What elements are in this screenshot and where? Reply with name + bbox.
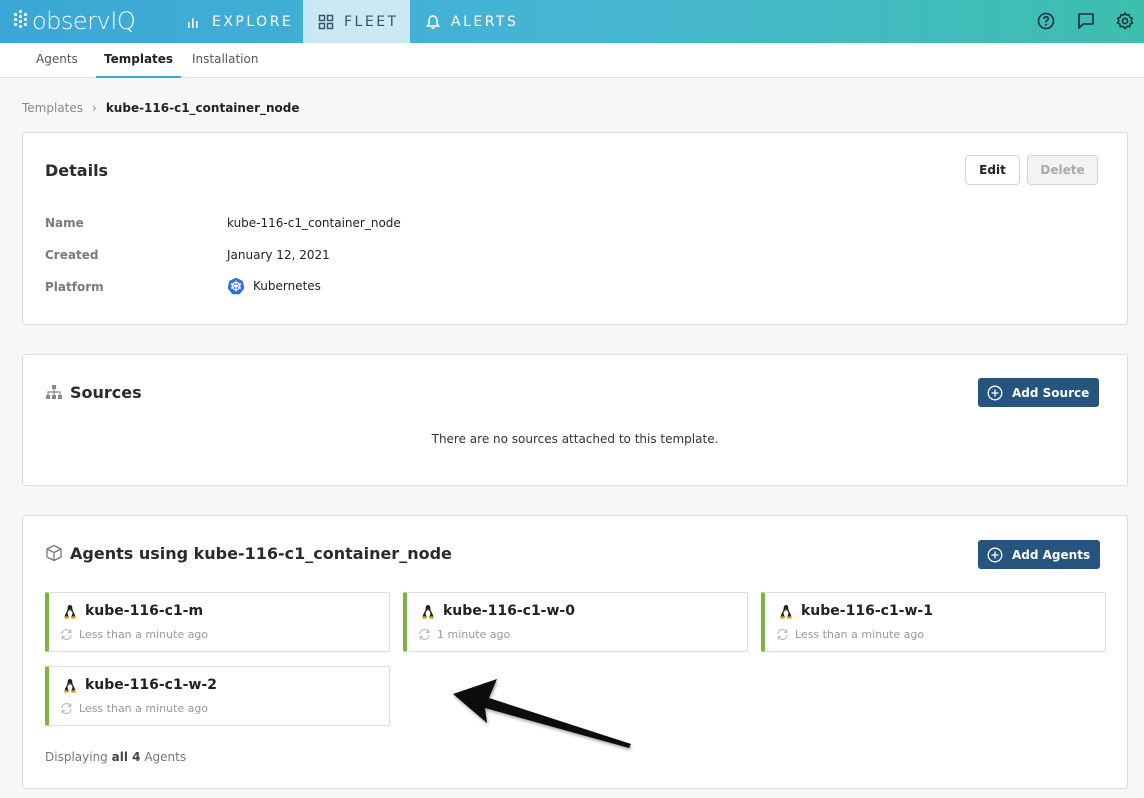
- edit-button[interactable]: Edit: [965, 155, 1020, 185]
- kubernetes-icon: [227, 277, 245, 295]
- details-title: Details: [45, 161, 109, 180]
- sub-nav-bar: Agents Templates Installation: [0, 43, 1144, 78]
- details-card: Details Edit Delete Name kube-116-c1_con…: [22, 132, 1128, 325]
- name-label: Name: [45, 216, 84, 230]
- breadcrumb-separator: ›: [92, 101, 97, 115]
- bell-icon: [426, 14, 440, 29]
- linux-icon: [64, 605, 76, 619]
- nav-fleet[interactable]: FLEET: [303, 0, 410, 43]
- footer-suffix: Agents: [144, 750, 187, 764]
- breadcrumb-templates-link[interactable]: Templates: [22, 101, 83, 115]
- agent-name[interactable]: kube-116-c1-w-1: [801, 603, 933, 619]
- agent-last-seen: Less than a minute ago: [795, 628, 925, 641]
- agent-card[interactable]: kube-116-c1-m Less than a minute ago: [45, 592, 390, 652]
- nav-alerts-label: ALERTS: [451, 13, 519, 30]
- help-icon[interactable]: [1036, 11, 1056, 31]
- nav-fleet-label: FLEET: [344, 13, 399, 30]
- platform-label: Platform: [45, 280, 104, 294]
- agent-last-seen: Less than a minute ago: [79, 628, 209, 641]
- sources-card: Sources Add Source There are no sources …: [22, 354, 1128, 486]
- feedback-icon[interactable]: [1076, 11, 1096, 31]
- tab-installation[interactable]: Installation: [192, 43, 258, 78]
- grid-icon: [318, 14, 334, 29]
- cube-icon: [46, 544, 62, 562]
- agent-card[interactable]: kube-116-c1-w-0 1 minute ago: [403, 592, 748, 652]
- footer-count: all 4: [111, 750, 141, 764]
- breadcrumb-current: kube-116-c1_container_node: [105, 101, 300, 115]
- sync-icon: [777, 628, 788, 641]
- created-label: Created: [45, 248, 99, 262]
- agents-count-footer: Displaying all 4 Agents: [45, 750, 186, 764]
- observiq-logo[interactable]: observIQ: [12, 7, 136, 35]
- tab-templates[interactable]: Templates: [96, 43, 182, 78]
- agents-title: Agents using kube-116-c1_container_node: [70, 544, 452, 563]
- logo-text: observIQ: [32, 7, 136, 35]
- add-source-button[interactable]: Add Source: [978, 378, 1100, 407]
- agent-name[interactable]: kube-116-c1-w-2: [85, 677, 217, 693]
- plus-circle-icon: [987, 547, 1003, 562]
- linux-icon: [64, 679, 76, 693]
- created-value: January 12, 2021: [227, 248, 330, 262]
- nav-explore[interactable]: EXPLORE: [186, 0, 293, 43]
- annotation-arrow-icon: [453, 679, 631, 748]
- delete-button[interactable]: Delete: [1027, 155, 1098, 185]
- breadcrumb: Templates › kube-116-c1_container_node: [22, 101, 300, 115]
- add-agents-label: Add Agents: [1012, 547, 1091, 562]
- agent-card[interactable]: kube-116-c1-w-2 Less than a minute ago: [45, 666, 390, 726]
- plus-circle-icon: [987, 385, 1003, 400]
- platform-value: Kubernetes: [227, 277, 321, 295]
- logo-mark-icon: [12, 9, 30, 33]
- name-value: kube-116-c1_container_node: [227, 216, 401, 230]
- gear-icon[interactable]: [1115, 11, 1135, 31]
- sources-empty-message: There are no sources attached to this te…: [431, 432, 719, 446]
- nav-alerts[interactable]: ALERTS: [425, 0, 518, 43]
- top-nav-bar: observIQ EXPLORE FLEET ALERTS: [0, 0, 1144, 43]
- nav-explore-label: EXPLORE: [212, 13, 294, 30]
- sources-title: Sources: [70, 383, 142, 402]
- bar-chart-icon: [188, 17, 198, 28]
- agent-card[interactable]: kube-116-c1-w-1 Less than a minute ago: [761, 592, 1106, 652]
- agent-name[interactable]: kube-116-c1-m: [85, 603, 203, 619]
- tab-agents[interactable]: Agents: [36, 43, 78, 78]
- add-source-label: Add Source: [1012, 385, 1090, 400]
- agent-name[interactable]: kube-116-c1-w-0: [443, 603, 575, 619]
- sync-icon: [61, 702, 72, 715]
- footer-prefix: Displaying: [45, 750, 108, 764]
- agent-last-seen: 1 minute ago: [437, 628, 511, 641]
- platform-value-text: Kubernetes: [253, 279, 321, 293]
- linux-icon: [780, 605, 792, 619]
- add-agents-button[interactable]: Add Agents: [978, 540, 1101, 569]
- linux-icon: [422, 605, 434, 619]
- sync-icon: [61, 628, 72, 641]
- sync-icon: [419, 628, 430, 641]
- sources-hierarchy-icon: [46, 385, 62, 399]
- agent-last-seen: Less than a minute ago: [79, 702, 209, 715]
